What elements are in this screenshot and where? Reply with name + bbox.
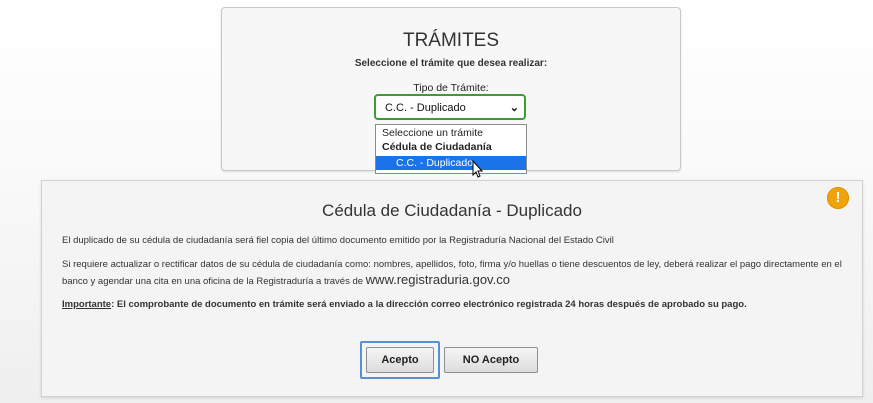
- modal-title: Cédula de Ciudadanía - Duplicado: [322, 201, 582, 220]
- tramites-panel: TRÁMITES Seleccione el trámite que desea…: [221, 7, 681, 174]
- important-text: : El comprobante de documento en trámite…: [111, 299, 747, 310]
- mouse-cursor-icon: [472, 160, 484, 178]
- accept-button[interactable]: Acepto: [366, 347, 434, 373]
- tramites-title: TRÁMITES: [402, 30, 500, 51]
- tipo-tramite-select[interactable]: C.C. - Duplicado ⌄: [374, 94, 526, 120]
- important-label: Importante: [62, 299, 112, 310]
- dropdown-option[interactable]: Cédula de Ciudadanía: [376, 140, 526, 154]
- chevron-down-icon: ⌄: [509, 102, 519, 114]
- duplicado-modal: ! Cédula de Ciudadanía - Duplicado El du…: [41, 180, 863, 397]
- modal-paragraph-update: Si requiere actualizar o rectificar dato…: [62, 257, 842, 289]
- modal-paragraph-copy: El duplicado de su cédula de ciudadanía …: [62, 235, 614, 246]
- registraduria-link[interactable]: www.registraduria.gov.co: [366, 272, 510, 287]
- tipo-tramite-label: Tipo de Trámite:: [413, 82, 489, 94]
- modal-paragraph-important: Importante: El comprobante de documento …: [62, 297, 842, 312]
- tramite-dropdown-list: Seleccione un trámite Cédula de Ciudadan…: [375, 124, 527, 174]
- tramites-subtitle: Seleccione el trámite que desea realizar…: [354, 58, 548, 69]
- decline-button[interactable]: NO Acepto: [444, 347, 538, 373]
- dropdown-option-selected[interactable]: C.C. - Duplicado: [376, 156, 526, 170]
- select-current-value: C.C. - Duplicado: [385, 102, 466, 114]
- dropdown-option[interactable]: Seleccione un trámite: [376, 126, 526, 140]
